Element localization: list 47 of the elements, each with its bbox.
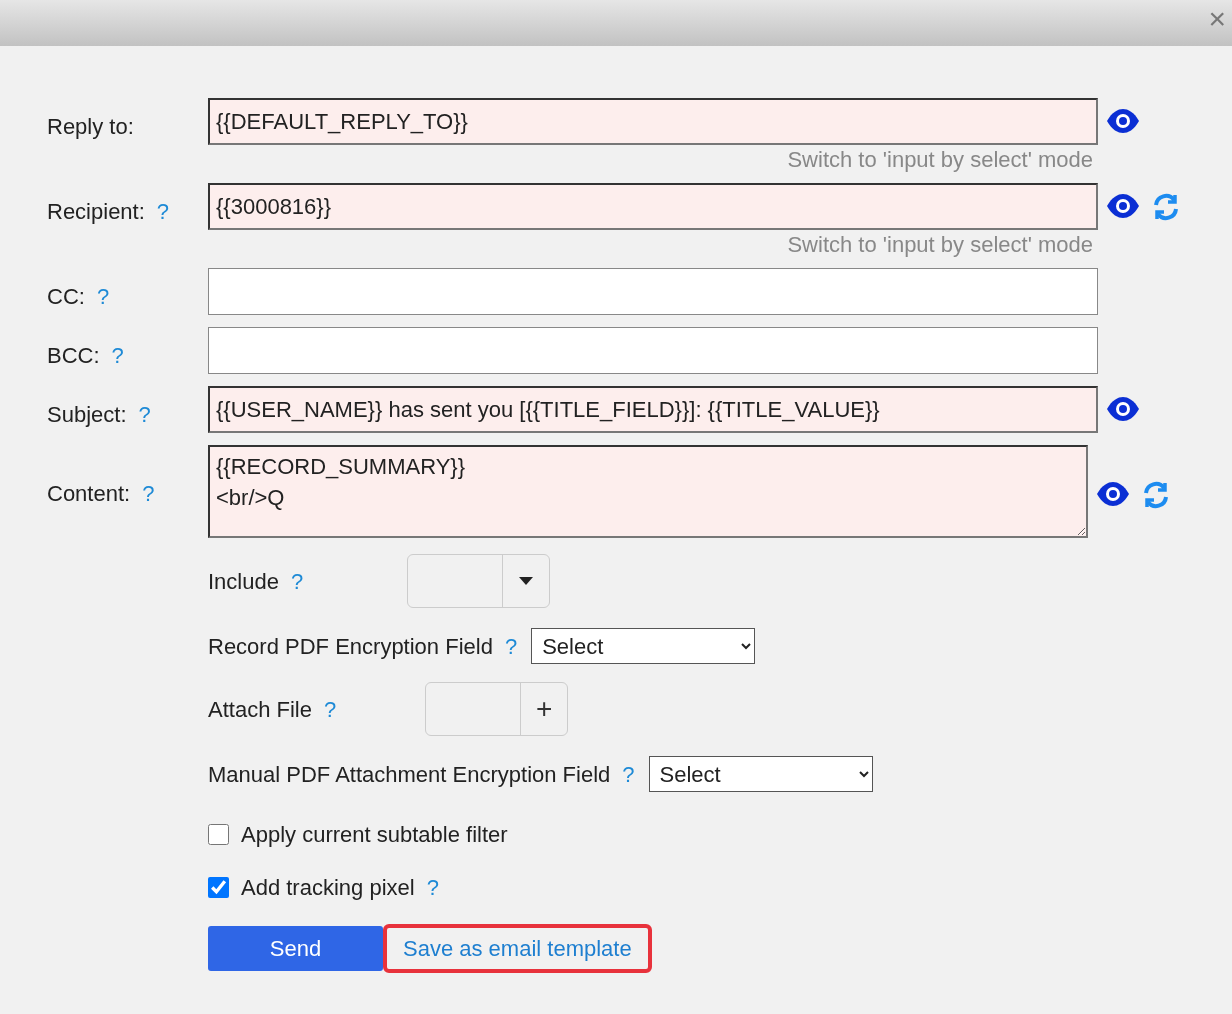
field-label: Content: <box>47 480 131 508</box>
eye-icon[interactable] <box>1096 481 1130 509</box>
attach-input-group[interactable]: + <box>425 682 569 736</box>
add-button[interactable]: + <box>521 683 568 735</box>
checkbox-label: Apply current subtable filter <box>241 821 508 849</box>
switch-mode-link[interactable]: Switch to 'input by select' mode <box>0 149 1093 171</box>
help-icon[interactable]: ? <box>504 629 518 663</box>
eye-icon[interactable] <box>1106 108 1140 134</box>
help-icon[interactable]: ? <box>323 692 337 726</box>
text-input[interactable]: {{3000816}} <box>208 183 1098 230</box>
save-template-link[interactable]: Save as email template <box>383 924 652 973</box>
close-button[interactable]: × <box>1202 4 1232 34</box>
refresh-icon[interactable] <box>1152 193 1180 221</box>
field-label: CC: <box>47 283 85 311</box>
text-input[interactable] <box>208 327 1098 374</box>
help-icon[interactable]: ? <box>142 477 155 510</box>
help-icon[interactable]: ? <box>111 339 124 372</box>
text-input[interactable]: {{DEFAULT_REPLY_TO}} <box>208 98 1098 145</box>
option-label: Include <box>208 567 279 596</box>
content-textarea[interactable]: {{RECORD_SUMMARY}} <br/>Q <box>208 445 1088 538</box>
field-label: Reply to: <box>47 113 134 141</box>
help-icon[interactable]: ? <box>156 195 170 228</box>
eye-icon[interactable] <box>1106 396 1140 422</box>
select-field[interactable]: Select <box>531 628 756 664</box>
eye-icon[interactable] <box>1106 193 1140 221</box>
option-label: Manual PDF Attachment Encryption Field <box>208 760 611 789</box>
field-label: Subject: <box>47 401 127 429</box>
dropdown-input-group[interactable] <box>407 554 551 608</box>
help-icon[interactable]: ? <box>622 757 635 791</box>
send-button[interactable]: Send <box>208 926 383 971</box>
text-input[interactable] <box>208 268 1098 315</box>
refresh-icon[interactable] <box>1142 481 1170 509</box>
select-field[interactable]: Select <box>648 756 873 792</box>
option-label: Record PDF Encryption Field <box>208 632 493 661</box>
help-icon[interactable]: ? <box>96 280 110 313</box>
checkbox-label: Add tracking pixel <box>241 874 415 902</box>
option-label: Attach File <box>208 695 312 724</box>
caret-icon <box>519 577 534 585</box>
field-label: Recipient: <box>47 198 145 226</box>
help-icon[interactable]: ? <box>138 398 151 431</box>
help-icon[interactable]: ? <box>426 871 439 904</box>
checkbox[interactable] <box>208 824 229 845</box>
field-label: BCC: <box>47 342 100 370</box>
switch-mode-link[interactable]: Switch to 'input by select' mode <box>0 234 1093 256</box>
help-icon[interactable]: ? <box>290 564 304 598</box>
text-input[interactable]: {{USER_NAME}} has sent you [{{TITLE_FIELD}}]: {{TITLE_VALUE}} <box>208 386 1098 433</box>
checkbox[interactable] <box>208 877 229 898</box>
